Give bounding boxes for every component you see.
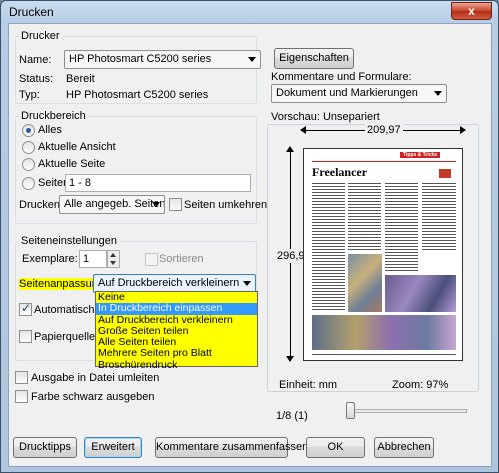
- page-scaling-dropdown-list[interactable]: Keine In Druckbereich einpassen Auf Druc…: [95, 291, 258, 370]
- page-counter: 1/8 (1): [276, 410, 308, 422]
- color-as-black-checkbox[interactable]: [15, 390, 28, 403]
- properties-button[interactable]: Eigenschaften: [274, 48, 354, 69]
- print-to-file-label[interactable]: Ausgabe in Datei umleiten: [31, 372, 159, 384]
- page-slider-thumb[interactable]: [346, 402, 355, 419]
- pages-input[interactable]: 1 - 8: [65, 174, 251, 192]
- ok-button[interactable]: OK: [306, 437, 365, 458]
- range-all-radio[interactable]: [22, 124, 35, 137]
- print-subset-label: Drucken:: [19, 199, 64, 211]
- preview-doc-header: Tipps & Tricks: [400, 152, 441, 158]
- preview-text-column-1: [312, 182, 345, 312]
- preview-text-column-3: [385, 182, 418, 272]
- dialog-body: Drucker Name: HP Photosmart C5200 series…: [8, 23, 492, 467]
- spin-up-icon[interactable]: [110, 253, 116, 257]
- paper-source-checkbox[interactable]: [19, 330, 32, 343]
- range-current-page-label[interactable]: Aktuelle Seite: [38, 158, 105, 170]
- copies-spinner[interactable]: [107, 250, 120, 268]
- cancel-button[interactable]: Abbrechen: [374, 437, 434, 458]
- close-icon: x: [468, 4, 475, 18]
- comments-forms-value: Dokument und Markierungen: [276, 87, 418, 99]
- printer-name-label: Name:: [19, 54, 52, 66]
- preview-units: Einheit: mm: [279, 379, 338, 391]
- width-arrow-left-icon: [300, 126, 306, 134]
- page-slider-track[interactable]: [351, 409, 467, 413]
- print-subset-select[interactable]: Alle angegeb. Seiten: [59, 195, 165, 214]
- print-tips-button[interactable]: Drucktipps: [13, 437, 77, 458]
- scaling-option-booklet[interactable]: Broschürendruck: [96, 359, 257, 371]
- chevron-down-icon: [434, 91, 442, 96]
- copies-label: Exemplare:: [22, 253, 78, 265]
- printer-group-label: Drucker: [19, 30, 62, 42]
- preview-image-left: [348, 254, 382, 312]
- printer-type-label: Typ:: [19, 89, 40, 101]
- height-arrow-up-icon: [286, 146, 294, 152]
- preview-zoom: Zoom: 97%: [392, 379, 449, 391]
- auto-rotate-checkbox[interactable]: [19, 301, 32, 316]
- title-bar[interactable]: Drucken x: [1, 1, 498, 23]
- pages-input-value: 1 - 8: [69, 177, 92, 189]
- spin-down-icon[interactable]: [110, 261, 116, 265]
- preview-doc-title: Freelancer: [312, 165, 368, 179]
- chevron-down-icon: [243, 281, 251, 286]
- reverse-pages-label[interactable]: Seiten umkehren: [184, 199, 267, 211]
- range-current-view-label[interactable]: Aktuelle Ansicht: [38, 141, 116, 153]
- scaling-option-fit[interactable]: In Druckbereich einpassen: [96, 303, 257, 315]
- close-button[interactable]: x: [451, 2, 492, 20]
- printer-name-select[interactable]: HP Photosmart C5200 series: [64, 50, 261, 69]
- range-pages-radio[interactable]: [22, 177, 35, 190]
- preview-image-right: [385, 275, 456, 312]
- window-title: Drucken: [9, 5, 54, 19]
- summarize-comments-button[interactable]: Kommentare zusammenfassen: [155, 437, 308, 458]
- reverse-pages-checkbox[interactable]: [169, 198, 182, 211]
- comments-forms-select[interactable]: Dokument und Markierungen: [271, 84, 447, 103]
- preview-footer-text: [312, 353, 456, 357]
- collate-checkbox[interactable]: [145, 253, 158, 266]
- collate-label[interactable]: Sortieren: [159, 253, 204, 265]
- range-current-page-radio[interactable]: [22, 158, 35, 171]
- page-setup-group-label: Seiteneinstellungen: [19, 235, 120, 247]
- printer-name-value: HP Photosmart C5200 series: [69, 53, 212, 65]
- range-current-view-radio[interactable]: [22, 141, 35, 154]
- printer-type-value: HP Photosmart C5200 series: [66, 89, 209, 101]
- print-range-group-label: Druckbereich: [19, 110, 88, 122]
- comments-forms-label: Kommentare und Formulare:: [271, 71, 412, 83]
- preview-width-value: 209,97: [365, 124, 403, 136]
- preview-red-box: [439, 169, 451, 178]
- preview-label: Vorschau: Unsepariert: [271, 111, 380, 123]
- preview-text-column-4: [422, 182, 456, 252]
- print-subset-value: Alle angegeb. Seiten: [64, 198, 165, 210]
- copies-input[interactable]: 1: [79, 250, 107, 268]
- printer-status-value: Bereit: [66, 73, 95, 85]
- chevron-down-icon: [152, 202, 160, 207]
- preview-image-bottom: [312, 315, 456, 350]
- page-scaling-value: Auf Druckbereich verkleinern: [98, 277, 240, 289]
- color-as-black-label[interactable]: Farbe schwarz ausgeben: [31, 391, 155, 403]
- copies-value: 1: [83, 253, 90, 265]
- preview-page: Tipps & Tricks Freelancer: [303, 148, 463, 361]
- preview-text-column-2: [348, 182, 381, 252]
- range-all-label[interactable]: Alles: [38, 124, 62, 136]
- width-arrow-right-icon: [460, 126, 466, 134]
- chevron-down-icon: [248, 57, 256, 62]
- printer-status-label: Status:: [19, 73, 54, 85]
- height-arrow-down-icon: [286, 356, 294, 362]
- print-dialog-window: Drucken x Drucker Name: HP Photosmart C5…: [0, 0, 499, 473]
- print-to-file-checkbox[interactable]: [15, 371, 28, 384]
- advanced-button[interactable]: Erweitert: [84, 437, 142, 458]
